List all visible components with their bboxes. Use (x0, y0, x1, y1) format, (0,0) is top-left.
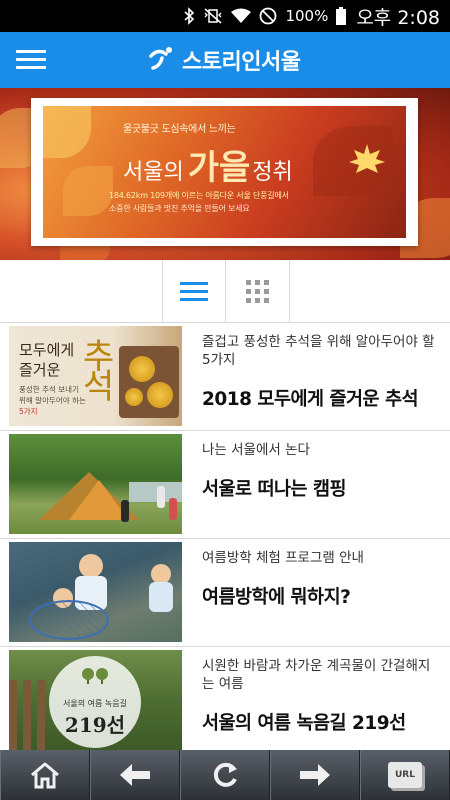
thumbnail-camping (9, 434, 182, 534)
back-button[interactable] (90, 750, 180, 800)
item-subtitle: 나는 서울에서 논다 (202, 442, 310, 458)
banner-frame: 울긋불긋 도심속에서 느끼는 서울의 가을 정취 184.62km 109개에 … (31, 98, 418, 246)
app-title: 스토리인서울 (182, 50, 301, 75)
vibrate-mute-icon (203, 7, 223, 25)
thumb-big-text: 추석 (83, 337, 115, 407)
home-icon (31, 762, 59, 789)
url-button[interactable]: URL (360, 750, 450, 800)
item-title: 서울의 여름 녹음길 219선 (202, 713, 406, 734)
hero-banner[interactable]: 울긋불긋 도심속에서 느끼는 서울의 가을 정취 184.62km 109개에 … (0, 88, 450, 260)
hamburger-menu-icon[interactable] (14, 45, 48, 75)
cake-image (129, 356, 155, 382)
banner-title: 서울의 가을 정취 (123, 140, 293, 189)
back-arrow-icon (120, 764, 150, 786)
app-title-area: 스토리인서울 (148, 44, 301, 76)
cake-image (125, 388, 143, 406)
view-toggle (0, 260, 450, 322)
sign-big-text: 219선 (64, 713, 126, 737)
banner-title-part1: 서울의 (123, 160, 184, 185)
list-view-icon (180, 277, 208, 306)
tree-icon (82, 668, 108, 684)
list-item[interactable]: 나는 서울에서 논다 서울로 떠나는 캠핑 (0, 430, 450, 538)
item-title: 서울로 떠나는 캠핑 (202, 479, 347, 500)
kid-image (149, 582, 173, 612)
item-subtitle: 여름방학 체험 프로그램 안내 (202, 550, 364, 566)
leaf-decoration (43, 106, 91, 158)
leaf-decoration (63, 166, 113, 216)
cake-image (147, 382, 173, 408)
bottom-toolbar: URL (0, 750, 450, 800)
kid-image (151, 564, 171, 584)
list-item[interactable]: 모두에게 즐거운 추석 풍성한 추석 보내기 위해 알아두어야 하는 5가지 즐겁고… (0, 322, 450, 430)
person-image (121, 500, 129, 522)
person-image (169, 498, 177, 520)
fence-image (9, 680, 49, 750)
seoul-logo-icon (148, 46, 174, 74)
banner-subtitle: 울긋불긋 도심속에서 느끼는 (123, 124, 236, 135)
refresh-icon (213, 762, 237, 787)
thumb-small-text: 5가지 (19, 407, 38, 416)
grid-view-button[interactable] (226, 260, 290, 322)
banner-image: 울긋불긋 도심속에서 느끼는 서울의 가을 정취 184.62km 109개에 … (43, 106, 406, 238)
banner-line1: 184.62km 109개에 이르는 아름다운 서울 단풍길에서 (109, 191, 289, 200)
banner-title-part2: 가을 (187, 148, 251, 188)
plate-image (119, 346, 179, 418)
banner-line2: 소중한 사람들과 멋진 추억을 만들어 보세요 (109, 204, 250, 213)
list-item[interactable]: 여름방학 체험 프로그램 안내 여름방학에 뭐하지? (0, 538, 450, 646)
thumb-small-text: 풍성한 추석 보내기 위해 알아두어야 하는 (19, 385, 86, 405)
refresh-button[interactable] (180, 750, 270, 800)
thumbnail-summer-vacation (9, 542, 182, 642)
sign-small-text: 서울의 여름 녹음길 (63, 699, 127, 708)
net-image (29, 600, 109, 640)
forward-arrow-icon (300, 764, 330, 786)
battery-icon (336, 7, 347, 25)
kid-image (79, 554, 103, 578)
wifi-icon (231, 8, 252, 24)
clock: 오후 2:08 (356, 6, 440, 29)
bluetooth-icon (183, 7, 195, 25)
item-title: 여름방학에 뭐하지? (202, 587, 351, 608)
tent-image (69, 480, 129, 520)
story-list: 모두에게 즐거운 추석 풍성한 추석 보내기 위해 알아두어야 하는 5가지 즐겁고… (0, 322, 450, 754)
thumbnail-summer-green-road: 서울의 여름 녹음길 219선 (9, 650, 182, 750)
banner-title-part3: 정취 (252, 160, 293, 185)
maple-leaf-icon (348, 142, 386, 180)
item-subtitle: 시원한 바람과 차가운 계곡물이 간걸해지는 여름 (202, 658, 431, 692)
thumbnail-chuseok: 모두에게 즐거운 추석 풍성한 추석 보내기 위해 알아두어야 하는 5가지 (9, 326, 182, 426)
home-button[interactable] (0, 750, 90, 800)
item-title: 2018 모두에게 즐거운 추석 (202, 389, 419, 410)
person-image (157, 486, 165, 508)
item-subtitle: 즐겁고 풍성한 추석을 위해 알아두어야 할 5가지 (202, 334, 435, 368)
grid-view-icon (246, 279, 269, 303)
url-icon: URL (388, 762, 422, 788)
list-view-button[interactable] (162, 260, 226, 322)
forward-button[interactable] (270, 750, 360, 800)
battery-percent: 100% (285, 7, 329, 25)
app-bar: 스토리인서울 (0, 32, 450, 88)
do-not-disturb-icon (259, 7, 277, 25)
status-bar: 100% 오후 2:08 (0, 0, 450, 32)
thumb-text: 모두에게 즐거운 (19, 341, 75, 379)
list-item[interactable]: 서울의 여름 녹음길 219선 시원한 바람과 차가운 계곡물이 간걸해지는 여… (0, 646, 450, 754)
sign-image: 서울의 여름 녹음길 219선 (49, 656, 141, 748)
